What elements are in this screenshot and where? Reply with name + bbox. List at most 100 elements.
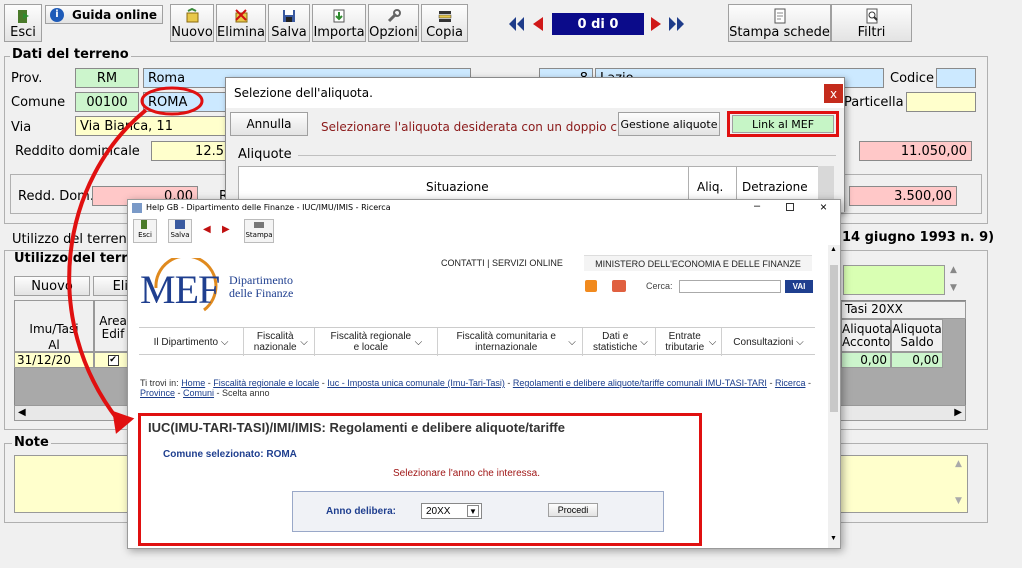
year-select-value: 20XX xyxy=(426,505,451,517)
mef-tb-exit[interactable]: Esci xyxy=(133,219,157,243)
particella-label: Particella xyxy=(844,95,904,110)
exit-button[interactable]: Esci xyxy=(4,4,42,42)
procedi-button[interactable]: Procedi xyxy=(548,503,598,517)
breadcrumb-link-comuni[interactable]: Comuni xyxy=(183,388,214,398)
comune-selected: Comune selezionato: ROMA xyxy=(163,449,297,460)
mef-tb-forward[interactable]: ▶ xyxy=(222,224,230,235)
notes-scroll-down-icon[interactable]: ▼ xyxy=(955,496,962,506)
first-record-button[interactable] xyxy=(506,14,526,34)
last-record-button[interactable] xyxy=(667,14,687,34)
col-acconto-label: Aliquota Acconto xyxy=(842,322,892,349)
acconto-value-cell[interactable]: 0,00 xyxy=(841,352,891,368)
usage-header-cell-imu: Imu/Tasi Al xyxy=(14,300,94,352)
scroll-left-icon[interactable]: ◀ xyxy=(18,407,26,418)
new-button[interactable]: Nuovo xyxy=(170,4,214,42)
prev-record-button[interactable] xyxy=(530,14,546,34)
floppy-disk-icon xyxy=(281,8,297,24)
chevron-down-icon: ⌵ xyxy=(796,336,804,348)
dialog-cancel-button[interactable]: Annulla xyxy=(230,112,308,136)
usage-scroll-up-icon[interactable]: ▲ xyxy=(950,265,957,275)
next-record-button[interactable] xyxy=(648,14,664,34)
menu-item-fiscalita-regionale[interactable]: Fiscalità regionale e locale ⌵ xyxy=(315,328,438,356)
menu-item-dati-statistiche[interactable]: Dati e statistiche ⌵ xyxy=(583,328,656,356)
mef-tb-print[interactable]: Stampa xyxy=(244,219,274,243)
top-links[interactable]: CONTATTI | SERVIZI ONLINE xyxy=(441,258,563,268)
breadcrumb-current: Scelta anno xyxy=(222,388,270,398)
usage-scroll-down-icon[interactable]: ▼ xyxy=(950,283,957,293)
filters-button[interactable]: Filtri xyxy=(831,4,912,42)
mef-tb-print-label: Stampa xyxy=(245,231,273,239)
guide-button[interactable]: i Guida online xyxy=(45,5,163,24)
window-close-icon[interactable]: × xyxy=(820,200,827,214)
col-al-label: Al xyxy=(48,338,60,352)
comune-label: Comune xyxy=(11,95,66,110)
via-field[interactable]: Via Bianca, 11 xyxy=(75,116,229,136)
record-counter: 0 di 0 xyxy=(552,13,644,35)
codice-label: Codice xyxy=(890,71,935,86)
row-date-cell[interactable]: 31/12/20 xyxy=(14,352,94,368)
menu-item-fiscalita-nazionale[interactable]: Fiscalità nazionale ⌵ xyxy=(244,328,315,356)
delete-button[interactable]: Elimina xyxy=(216,4,266,42)
col-saldo-label: Aliquota Saldo xyxy=(892,322,942,349)
breadcrumb-link-iuc[interactable]: Iuc - Imposta unica comunale (Imu-Tari-T… xyxy=(327,378,505,388)
breadcrumb-link-home[interactable]: Home xyxy=(181,378,205,388)
chevron-down-icon: ⌵ xyxy=(568,336,576,348)
breadcrumb-link-ricerca[interactable]: Ricerca xyxy=(775,378,806,388)
double-right-arrow-icon xyxy=(669,17,684,31)
col-saldo-header: Aliquota Saldo xyxy=(891,319,943,352)
search-input[interactable] xyxy=(679,280,781,293)
reddito-field[interactable]: 12.5 xyxy=(151,141,229,161)
menu-label-5: Entrate tributarie xyxy=(665,331,705,353)
double-left-arrow-icon xyxy=(509,17,524,31)
value-field-2[interactable]: 3.500,00 xyxy=(849,186,957,206)
share-icon[interactable] xyxy=(612,280,626,292)
menu-item-consultazioni[interactable]: Consultazioni ⌵ xyxy=(722,328,815,356)
scroll-down-icon[interactable]: ▼ xyxy=(830,535,837,542)
checkbox-checked-icon[interactable]: ✔ xyxy=(107,354,119,366)
scroll-up-icon[interactable]: ▲ xyxy=(830,246,837,253)
copy-button[interactable]: Copia xyxy=(421,4,468,42)
import-label: Importa xyxy=(313,25,365,40)
import-button[interactable]: Importa xyxy=(312,4,366,42)
notes-scroll-up-icon[interactable]: ▲ xyxy=(955,459,962,469)
codice-field[interactable] xyxy=(936,68,976,88)
menu-item-dipartimento[interactable]: Il Dipartimento ⌵ xyxy=(139,328,244,356)
menu-item-fiscalita-comunitaria[interactable]: Fiscalità comunitaria e internazionale ⌵ xyxy=(438,328,583,356)
menu-label-1: Fiscalità nazionale xyxy=(253,331,297,353)
menu-item-entrate-tributarie[interactable]: Entrate tributarie ⌵ xyxy=(656,328,722,356)
mef-vscrollbar[interactable]: ▲ ▼ xyxy=(828,245,840,548)
breadcrumb-link-regolamenti[interactable]: Regolamenti e delibere aliquote/tariffe … xyxy=(513,378,767,388)
breadcrumb-link-fiscalita[interactable]: Fiscalità regionale e locale xyxy=(213,378,319,388)
prov-code-field[interactable]: RM xyxy=(75,68,139,88)
dialog-close-button[interactable]: x xyxy=(824,84,843,103)
comune-name-field[interactable]: ROMA xyxy=(143,92,229,112)
usage-green-field[interactable] xyxy=(843,265,945,295)
minimize-icon[interactable]: – xyxy=(754,200,760,212)
aliquote-group-line xyxy=(298,155,836,156)
comune-code-field[interactable]: 00100 xyxy=(75,92,139,112)
chevron-down-icon: ⌵ xyxy=(414,336,423,348)
rss-icon[interactable] xyxy=(585,280,597,292)
value-field-1[interactable]: 11.050,00 xyxy=(859,141,972,161)
mef-tb-back[interactable]: ◀ xyxy=(203,224,211,235)
scroll-thumb[interactable] xyxy=(830,265,838,412)
breadcrumb-link-province[interactable]: Province xyxy=(140,388,175,398)
search-go-button[interactable]: VAI xyxy=(785,280,813,293)
saldo-value-cell[interactable]: 0,00 xyxy=(891,352,943,368)
mef-tb-save[interactable]: Salva xyxy=(168,219,192,243)
wrench-icon xyxy=(386,8,402,24)
scroll-right-icon[interactable]: ▶ xyxy=(954,407,962,418)
link-mef-button[interactable]: Link al MEF xyxy=(732,115,834,133)
save-button[interactable]: Salva xyxy=(268,4,310,42)
manage-aliquote-button[interactable]: Gestione aliquote xyxy=(618,112,720,136)
print-sheets-button[interactable]: Stampa schede xyxy=(728,4,831,42)
maximize-icon[interactable] xyxy=(786,203,794,211)
year-select[interactable]: 20XX ▼ xyxy=(421,503,482,519)
document-icon xyxy=(772,8,788,24)
section-title: IUC(IMU-TARI-TASI)/IMI/IMIS: Regolamenti… xyxy=(148,420,565,435)
right-arrow-icon xyxy=(651,17,661,31)
particella-field[interactable] xyxy=(906,92,976,112)
mef-tb-exit-label: Esci xyxy=(138,231,152,239)
usage-new-button[interactable]: Nuovo xyxy=(14,276,90,296)
options-button[interactable]: Opzioni xyxy=(368,4,419,42)
